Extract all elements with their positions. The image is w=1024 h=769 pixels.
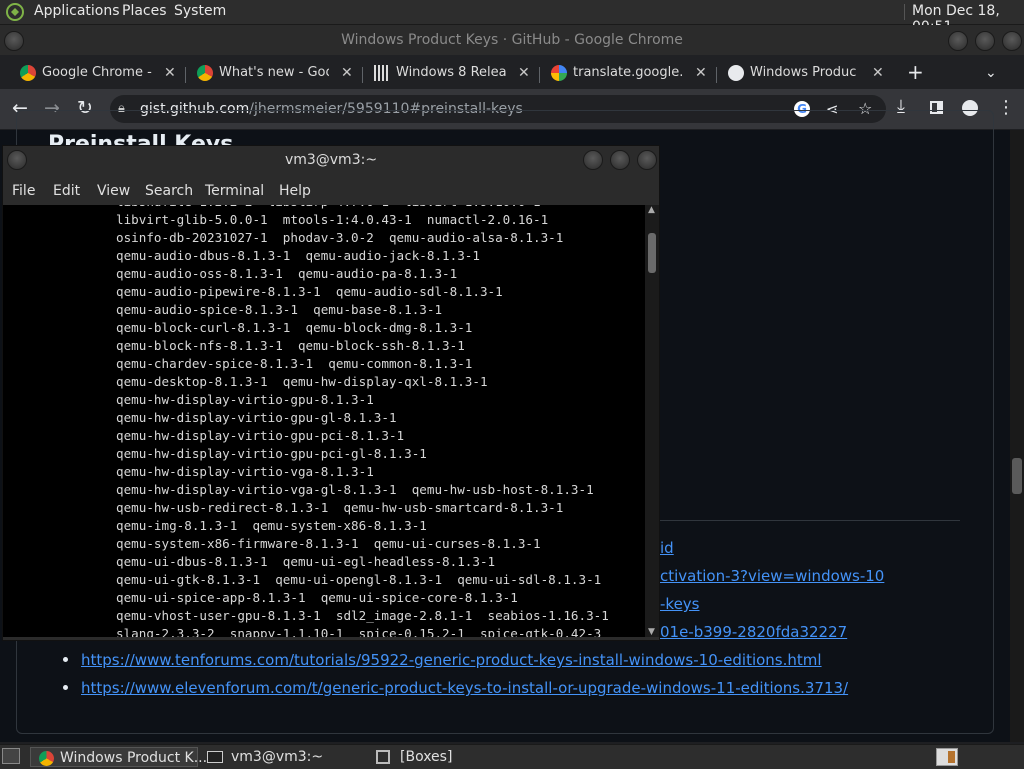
chrome-icon <box>197 65 213 81</box>
tab-whats-new[interactable]: What's new - Goo <box>197 59 337 87</box>
link-tenforums[interactable]: https://www.tenforums.com/tutorials/9592… <box>81 651 822 669</box>
window-title: Windows Product Keys · GitHub - Google C… <box>341 32 683 48</box>
top-panel: Applications Places System Mon Dec 18, 0… <box>0 0 1024 35</box>
terminal-maximize-button[interactable] <box>610 150 630 170</box>
list-bullet <box>63 685 68 690</box>
partial-link-3[interactable]: -keys <box>660 595 700 613</box>
places-menu[interactable]: Places <box>122 3 167 19</box>
tab-google-translate[interactable]: translate.google.co <box>551 59 691 87</box>
tab-separator <box>185 67 186 83</box>
tab-strip: Google Chrome - T ✕ What's new - Goo ✕ W… <box>0 55 1024 89</box>
tab-close-icon[interactable]: ✕ <box>341 59 353 87</box>
list-bullet <box>63 657 68 662</box>
partial-link-4[interactable]: 01e-b399-2820fda32227 <box>660 623 847 641</box>
terminal-menu-help[interactable]: Help <box>279 178 311 204</box>
tab-close-icon[interactable]: ✕ <box>164 59 176 87</box>
bottom-panel: Windows Product K... vm3@vm3:~ [Boxes] <box>0 744 1024 769</box>
workspace-switcher-icon[interactable] <box>936 748 958 766</box>
show-desktop-icon[interactable] <box>2 748 20 764</box>
tab-windows-product-keys[interactable]: Windows Product <box>728 59 856 87</box>
terminal-menubar: File Edit View Search Terminal Help <box>3 178 659 204</box>
columns-icon <box>374 65 390 81</box>
terminal-window-menu-button[interactable] <box>7 150 27 170</box>
terminal-scrollbar-thumb[interactable] <box>648 233 656 273</box>
tab-separator <box>362 67 363 83</box>
tab-separator <box>716 67 717 83</box>
chrome-titlebar[interactable]: Windows Product Keys · GitHub - Google C… <box>0 25 1024 55</box>
applications-menu[interactable]: Applications <box>34 3 120 19</box>
page-scrollbar[interactable] <box>1010 130 1024 742</box>
terminal-menu-view[interactable]: View <box>97 178 130 204</box>
terminal-menu-file[interactable]: File <box>12 178 35 204</box>
panel-separator <box>904 4 905 20</box>
scroll-down-arrow-icon[interactable]: ▼ <box>648 627 655 637</box>
close-window-button[interactable] <box>1002 31 1022 51</box>
taskbar-item-boxes[interactable]: [Boxes] <box>374 747 540 767</box>
minimize-button[interactable] <box>948 31 968 51</box>
distro-logo-icon[interactable] <box>6 3 24 21</box>
chrome-icon <box>39 750 54 766</box>
terminal-menu-edit[interactable]: Edit <box>53 178 80 204</box>
taskbar-item-chrome[interactable]: Windows Product K... <box>30 747 207 767</box>
terminal-title: vm3@vm3:~ <box>284 152 378 168</box>
window-menu-button[interactable] <box>4 31 24 51</box>
tab-search-chevron-icon[interactable]: ⌄ <box>985 60 997 86</box>
terminal-minimize-button[interactable] <box>583 150 603 170</box>
partial-link-2[interactable]: ctivation-3?view=windows-10 <box>660 567 884 585</box>
github-icon <box>728 65 744 81</box>
terminal-window[interactable]: vm3@vm3:~ File Edit View Search Terminal… <box>2 145 660 641</box>
scroll-up-arrow-icon[interactable]: ▲ <box>648 205 655 215</box>
link-elevenforum[interactable]: https://www.elevenforum.com/t/generic-pr… <box>81 679 848 697</box>
terminal-icon <box>207 751 223 763</box>
taskbar-item-terminal[interactable]: vm3@vm3:~ <box>203 747 369 767</box>
terminal-close-button[interactable] <box>637 150 657 170</box>
page-scrollbar-thumb[interactable] <box>1012 458 1022 494</box>
tab-google-chrome[interactable]: Google Chrome - T <box>20 59 160 87</box>
terminal-menu-terminal[interactable]: Terminal <box>205 178 264 204</box>
terminal-scrollbar[interactable]: ▲ ▼ <box>645 205 659 637</box>
partial-link-1[interactable]: id <box>660 539 674 557</box>
chrome-icon <box>20 65 36 81</box>
google-icon <box>551 65 567 81</box>
tab-separator <box>539 67 540 83</box>
terminal-output[interactable]: libsndfile-1.2.2-2 libslirp-4.7.0-1 libv… <box>3 205 645 637</box>
tab-close-icon[interactable]: ✕ <box>518 59 530 87</box>
tab-close-icon[interactable]: ✕ <box>872 59 884 87</box>
boxes-icon <box>376 750 390 764</box>
tab-close-icon[interactable]: ✕ <box>695 59 707 87</box>
new-tab-plus-icon[interactable]: + <box>907 59 924 85</box>
maximize-button[interactable] <box>975 31 995 51</box>
terminal-menu-search[interactable]: Search <box>145 178 193 204</box>
terminal-titlebar[interactable]: vm3@vm3:~ <box>3 146 659 174</box>
kebab-menu-icon[interactable]: ⋮ <box>997 97 1015 118</box>
tab-windows-8-release[interactable]: Windows 8 Relea <box>374 59 514 87</box>
terminal-text: libsndfile-1.2.2-2 libslirp-4.7.0-1 libv… <box>116 205 609 637</box>
system-menu[interactable]: System <box>174 3 226 19</box>
